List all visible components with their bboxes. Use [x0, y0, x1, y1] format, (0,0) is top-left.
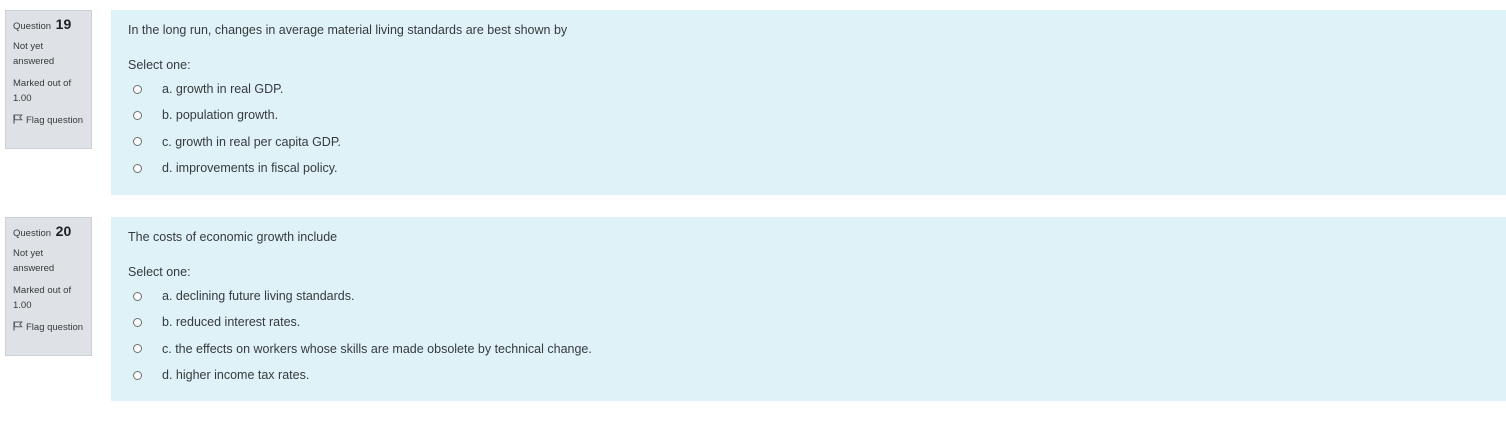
question-state: Not yet answered	[13, 248, 55, 274]
answer-options: a. declining future living standards. b.…	[128, 283, 1489, 388]
answer-options: a. growth in real GDP. b. population gro…	[128, 76, 1489, 181]
question-label: Question	[13, 21, 52, 32]
question-number: Question 19	[13, 17, 84, 34]
question-grade: Marked out of 1.00	[13, 285, 72, 311]
answer-option-d[interactable]: d. improvements in fiscal policy.	[128, 155, 1489, 181]
question-label: Question	[13, 228, 52, 239]
option-label: b. population growth.	[162, 108, 279, 123]
radio-button[interactable]	[133, 291, 142, 301]
option-label: d. higher income tax rates.	[162, 368, 310, 383]
answer-option-c[interactable]: c. growth in real per capita GDP.	[128, 129, 1489, 155]
flag-icon	[13, 114, 23, 124]
question-number: Question 20	[13, 224, 84, 241]
option-label: a. growth in real GDP.	[162, 82, 284, 97]
answer-option-c[interactable]: c. the effects on workers whose skills a…	[128, 336, 1489, 362]
question-content: The costs of economic growth include Sel…	[111, 217, 1506, 401]
flag-question-label: Flag question	[26, 322, 84, 333]
select-one-prompt: Select one:	[128, 265, 191, 279]
answer-option-b[interactable]: b. reduced interest rates.	[128, 309, 1489, 335]
radio-button[interactable]	[133, 344, 142, 354]
question-info-panel: Question 20 Not yet answered Marked out …	[5, 217, 92, 356]
option-label: a. declining future living standards.	[162, 289, 355, 304]
answer-option-b[interactable]: b. population growth.	[128, 102, 1489, 128]
question-content: In the long run, changes in average mate…	[111, 10, 1506, 195]
radio-button[interactable]	[133, 163, 142, 173]
question-info-panel: Question 19 Not yet answered Marked out …	[5, 10, 92, 149]
flag-question-button[interactable]: Flag question	[13, 320, 84, 335]
select-one-prompt: Select one:	[128, 58, 191, 72]
answer-option-a[interactable]: a. growth in real GDP.	[128, 76, 1489, 102]
question-number-value: 20	[55, 223, 72, 239]
option-label: b. reduced interest rates.	[162, 315, 301, 330]
answer-option-d[interactable]: d. higher income tax rates.	[128, 362, 1489, 388]
radio-button[interactable]	[133, 370, 142, 380]
question-grade: Marked out of 1.00	[13, 78, 72, 104]
answer-option-a[interactable]: a. declining future living standards.	[128, 283, 1489, 309]
option-label: d. improvements in fiscal policy.	[162, 161, 338, 176]
question-state: Not yet answered	[13, 41, 55, 67]
radio-button[interactable]	[133, 110, 142, 120]
flag-icon	[13, 321, 23, 331]
radio-button[interactable]	[133, 317, 142, 327]
option-label: c. growth in real per capita GDP.	[162, 134, 342, 149]
radio-button[interactable]	[133, 137, 142, 147]
flag-question-label: Flag question	[26, 115, 84, 126]
option-label: c. the effects on workers whose skills a…	[162, 341, 592, 356]
radio-button[interactable]	[133, 84, 142, 94]
flag-question-button[interactable]: Flag question	[13, 113, 84, 128]
question-number-value: 19	[55, 16, 72, 32]
question-text: The costs of economic growth include	[128, 230, 338, 244]
question-text: In the long run, changes in average mate…	[128, 23, 568, 37]
